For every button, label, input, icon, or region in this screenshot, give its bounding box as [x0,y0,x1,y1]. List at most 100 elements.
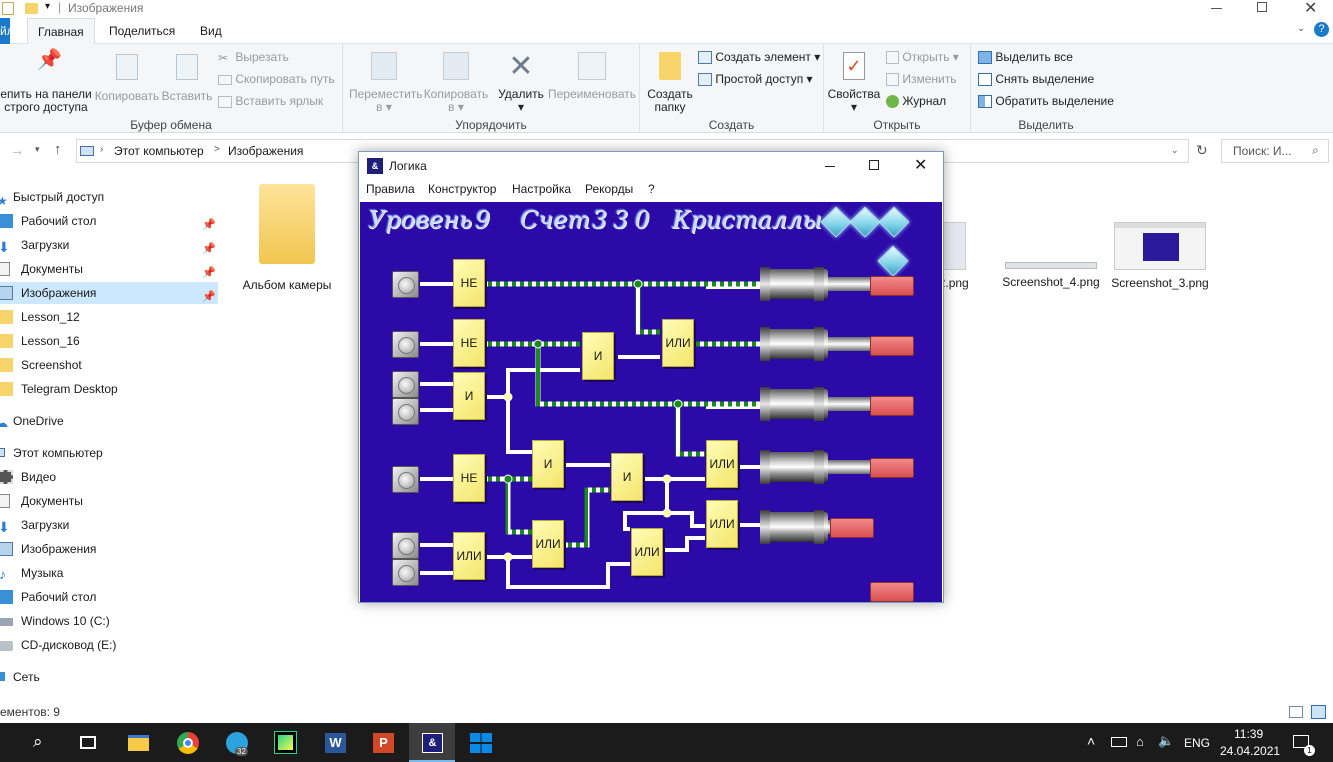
language-indicator[interactable]: ENG [1184,736,1210,750]
nav-drive-c[interactable]: Windows 10 (C:) [0,610,218,632]
input-switch[interactable] [392,532,419,559]
close-icon[interactable]: ✕ [1304,0,1317,18]
customize-toolbar-icon[interactable]: ▾ [45,1,50,12]
menu-settings[interactable]: Настройка [512,182,571,196]
paste-button[interactable]: Вставить [161,54,213,103]
nav-quick-access[interactable]: ★ Быстрый доступ [0,186,218,208]
easy-access-button[interactable]: Простой доступ ▾ [698,69,813,89]
network-icon[interactable]: ⌂ [1136,734,1144,749]
refresh-icon[interactable]: ↻ [1196,142,1208,159]
show-hidden-icons-icon[interactable]: ˄ [1087,733,1095,749]
search-button[interactable]: ⌕ [18,723,64,762]
collapse-ribbon-icon[interactable]: ⌄ [1297,23,1305,34]
input-switch[interactable] [392,466,419,493]
tab-view[interactable]: Вид [190,18,232,44]
clock-date[interactable]: 24.04.2021 [1220,744,1280,758]
pin-icon[interactable]: 📌 [202,286,216,303]
windows-taskbar-button[interactable] [458,723,504,762]
nav-lesson-12[interactable]: Lesson_12 [0,306,218,328]
minimize-icon[interactable] [825,166,835,167]
menu-rules[interactable]: Правила [366,182,415,196]
tab-share[interactable]: Поделиться [99,18,185,44]
move-to-button[interactable]: Переместить в ▾ [349,52,423,114]
tab-home[interactable]: Главная [27,18,95,45]
history-button[interactable]: Журнал [886,91,946,111]
input-switch[interactable] [392,398,419,425]
nav-screenshot[interactable]: Screenshot [0,354,218,376]
restore-icon[interactable] [1257,2,1267,12]
nav-cd-drive[interactable]: CD-дисковод (E:) [0,634,218,656]
file-item-screenshot-3[interactable]: Screenshot_3.png [1105,222,1215,290]
nav-desktop[interactable]: Рабочий стол [0,586,218,608]
nav-documents[interactable]: Документы [0,490,218,512]
forward-icon[interactable]: → [10,142,24,158]
pin-quick-access-button[interactable]: 📌 епить на панели строго доступа [0,50,92,114]
pin-icon[interactable]: 📌 [202,262,216,279]
chrome-taskbar-button[interactable] [165,723,211,762]
input-switch[interactable] [392,371,419,398]
nav-lesson-16[interactable]: Lesson_16 [0,330,218,352]
invert-selection-button[interactable]: Обратить выделение [978,91,1114,111]
nav-network[interactable]: Сеть [0,666,218,688]
search-input[interactable]: Поиск: И... ⌕ [1221,139,1329,163]
help-icon[interactable]: ? [1314,22,1329,37]
up-icon[interactable]: ↑ [54,141,62,158]
select-all-button[interactable]: Выделить все [978,47,1073,67]
maximize-icon[interactable] [869,160,879,170]
explorer-taskbar-button[interactable] [115,723,161,762]
copy-path-button[interactable]: Скопировать путь [218,69,335,89]
nav-downloads-pinned[interactable]: ⬇ Загрузки 📌 [0,234,218,256]
breadcrumb-pictures[interactable]: Изображения [228,144,303,158]
nav-this-pc[interactable]: Этот компьютер [0,442,218,464]
new-folder-button[interactable]: Создать папку [644,52,696,114]
breadcrumb-this-pc[interactable]: Этот компьютер [114,144,204,158]
input-switch[interactable] [392,271,419,298]
folder-icon[interactable] [25,3,38,14]
word-taskbar-button[interactable]: W [312,723,358,762]
file-item-camera-roll[interactable]: Альбом камеры [232,184,342,292]
minimize-icon[interactable] [1211,8,1222,9]
cut-button[interactable]: ✂ Вырезать [218,47,289,67]
pin-icon[interactable]: 📌 [202,238,216,255]
copy-to-button[interactable]: Копировать в ▾ [423,52,489,114]
copy-button[interactable]: Копировать [94,54,160,103]
nav-video[interactable]: Видео [0,466,218,488]
delete-button[interactable]: ✕ Удалить ▾ [495,52,547,114]
telegram-taskbar-button[interactable]: 32 [214,723,260,762]
nav-documents-pinned[interactable]: Документы 📌 [0,258,218,280]
large-icons-view-icon[interactable] [1311,705,1326,719]
nav-music[interactable]: ♪ Музыка [0,562,218,584]
clock-time[interactable]: 11:39 [1234,727,1263,741]
select-none-button[interactable]: Снять выделение [978,69,1094,89]
breadcrumb-separator[interactable]: > [214,144,220,155]
volume-icon[interactable]: 🔈 [1158,733,1174,749]
nav-pictures-pinned[interactable]: Изображения 📌 [0,282,218,304]
nav-desktop-pinned[interactable]: Рабочий стол 📌 [0,210,218,232]
edit-button[interactable]: Изменить [886,69,956,89]
recent-locations-icon[interactable]: ▾ [35,144,40,155]
menu-help[interactable]: ? [648,182,655,196]
input-switch[interactable] [392,331,419,358]
menu-records[interactable]: Рекорды [585,182,633,196]
task-view-button[interactable] [65,723,111,762]
quick-access-toolbar-icon[interactable] [2,2,14,15]
input-switch[interactable] [392,559,419,586]
details-view-icon[interactable] [1289,706,1303,718]
pin-icon[interactable]: 📌 [202,214,216,231]
new-item-button[interactable]: Создать элемент ▾ [698,47,820,67]
paste-shortcut-button[interactable]: Вставить ярлык [218,91,323,111]
pycharm-taskbar-button[interactable] [262,723,308,762]
nav-telegram-desktop[interactable]: Telegram Desktop [0,378,218,400]
properties-button[interactable]: ✓ Свойства ▾ [826,52,882,114]
close-icon[interactable]: ✕ [914,155,927,175]
battery-icon[interactable] [1111,737,1127,747]
address-dropdown-icon[interactable]: ⌄ [1171,145,1179,156]
rename-button[interactable]: Переименовать [547,52,637,101]
file-item-screenshot-4[interactable]: Screenshot_4.png [996,222,1106,289]
tab-file[interactable]: йл [0,18,14,44]
powerpoint-taskbar-button[interactable]: P [360,723,406,762]
nav-downloads[interactable]: ⬇ Загрузки [0,514,218,536]
menu-constructor[interactable]: Конструктор [428,182,496,196]
nav-onedrive[interactable]: ☁ OneDrive [0,410,218,432]
nav-pictures[interactable]: Изображения [0,538,218,560]
